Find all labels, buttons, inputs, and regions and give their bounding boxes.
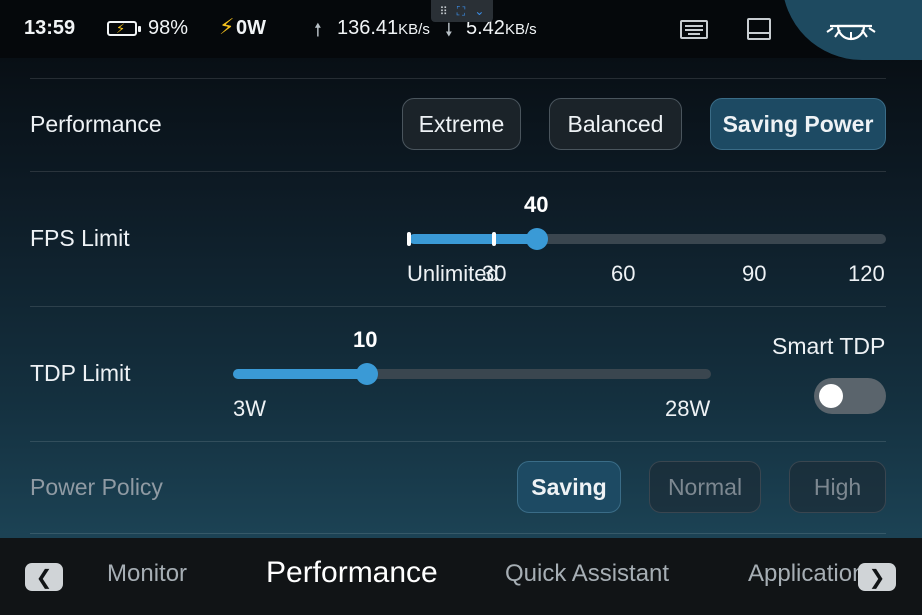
fps-limit-label: FPS Limit	[30, 225, 130, 251]
mode-balanced-button[interactable]: Balanced	[549, 98, 682, 150]
chevron-down-icon[interactable]: ⌄	[474, 4, 484, 18]
nav-monitor[interactable]: Monitor	[107, 560, 187, 588]
nav-performance[interactable]: Performance	[266, 556, 438, 590]
divider	[30, 171, 886, 172]
smart-tdp-label: Smart TDP	[772, 333, 886, 359]
arrow-down-icon: 🠗	[445, 20, 453, 40]
clock: 13:59	[24, 17, 76, 39]
chevron-left-icon[interactable]: ❮	[25, 563, 63, 591]
tdp-slider-thumb[interactable]	[356, 363, 378, 385]
policy-high-button[interactable]: High	[789, 461, 886, 513]
tdp-limit-value: 10	[353, 327, 378, 352]
arrow-up-icon: 🠕	[314, 20, 322, 40]
fps-slider-thumb[interactable]	[526, 228, 548, 250]
policy-saving-button[interactable]: Saving	[517, 461, 621, 513]
tdp-scale-min: 3W	[233, 396, 266, 421]
brightness-icon[interactable]	[826, 10, 876, 42]
fps-tick-30	[492, 232, 496, 246]
battery-percent: 98%	[148, 17, 189, 39]
policy-normal-button[interactable]: Normal	[649, 461, 761, 513]
drag-handle-icon[interactable]: ⠿	[440, 5, 448, 18]
mode-saving-power-button[interactable]: Saving Power	[710, 98, 886, 150]
upload-value: 136.41	[337, 17, 399, 39]
fps-scale-120: 120	[848, 261, 885, 286]
power-draw: 0W	[236, 17, 266, 39]
mode-extreme-button[interactable]: Extreme	[402, 98, 521, 150]
fps-tick-unlimited	[407, 232, 411, 246]
fps-slider-fill	[409, 234, 537, 244]
nav-quick-assistant[interactable]: Quick Assistant	[505, 560, 669, 588]
power-policy-label: Power Policy	[30, 474, 163, 500]
lightning-icon: ⚡	[219, 14, 235, 39]
window-grip-tab[interactable]: ⠿ ⛶ ⌄	[431, 0, 493, 22]
tdp-limit-label: TDP Limit	[30, 360, 131, 386]
fps-scale-30: 30	[482, 261, 507, 286]
status-bar: 13:59 ⚡ 98% ⚡ 0W 🠕 136.41KB/s 🠗 5.42KB/s…	[0, 0, 922, 58]
bottom-nav: ❮ Monitor Performance Quick Assistant Ap…	[0, 538, 922, 615]
chevron-right-icon[interactable]: ❯	[858, 563, 896, 591]
upload-unit: KB/s	[398, 21, 430, 38]
divider	[30, 441, 886, 442]
tdp-scale-max: 28W	[665, 396, 711, 421]
fps-limit-value: 40	[524, 192, 549, 217]
keyboard-icon[interactable]	[680, 20, 708, 39]
upload-speed: 136.41KB/s	[337, 17, 430, 40]
battery-charging-icon: ⚡	[107, 21, 141, 36]
fps-scale-90: 90	[742, 261, 767, 286]
tablet-icon[interactable]	[747, 18, 771, 40]
divider	[30, 306, 886, 307]
performance-label: Performance	[30, 111, 162, 137]
divider	[30, 78, 886, 79]
divider	[30, 533, 886, 534]
toggle-knob	[819, 384, 843, 408]
fps-scale-60: 60	[611, 261, 636, 286]
download-unit: KB/s	[504, 21, 537, 38]
smart-tdp-toggle[interactable]	[814, 378, 886, 414]
fullscreen-icon[interactable]: ⛶	[457, 4, 465, 19]
tdp-slider-fill	[233, 369, 367, 379]
